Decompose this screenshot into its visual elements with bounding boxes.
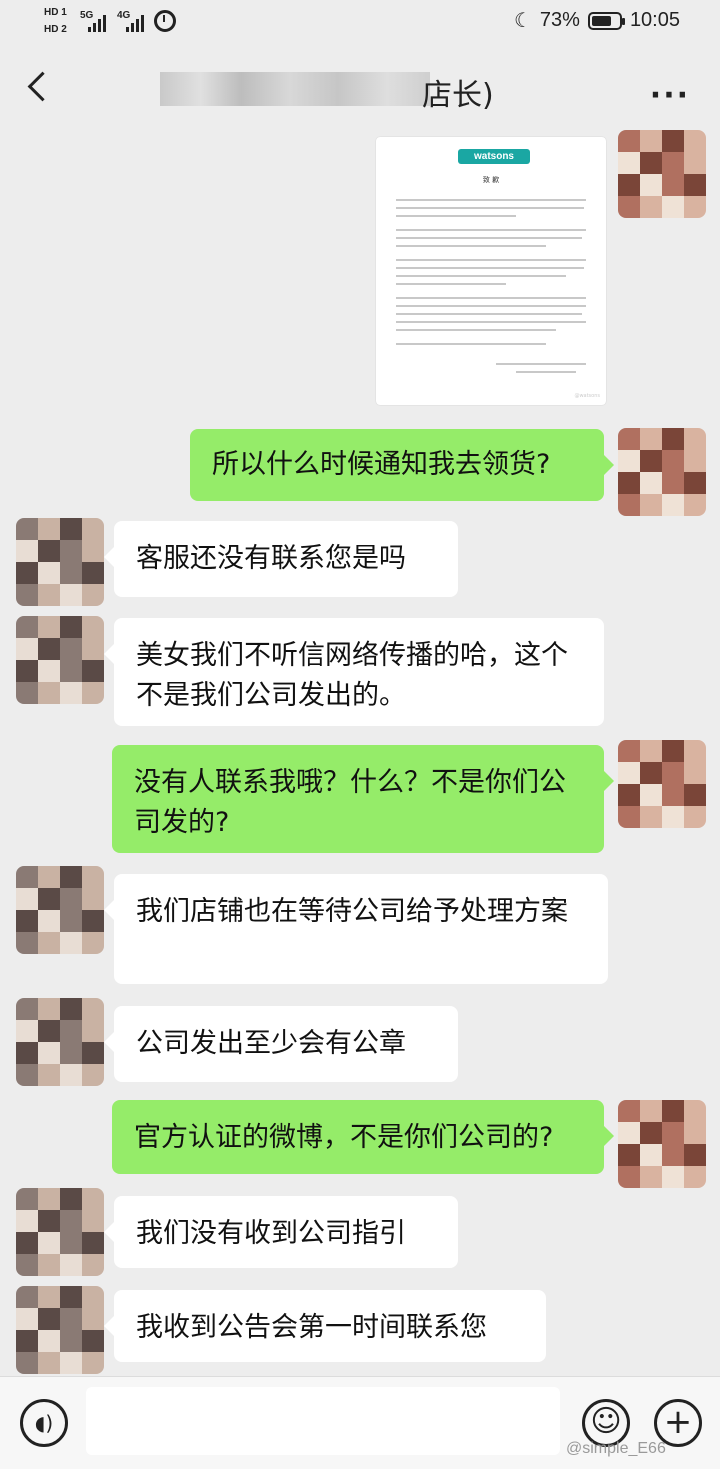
message-bubble-sent[interactable]: 所以什么时候通知我去领货? — [190, 429, 614, 501]
status-right: ☾ 73% 10:05 — [514, 8, 680, 33]
avatar[interactable] — [16, 866, 104, 954]
doc-line — [396, 199, 586, 201]
sim2-label: HD 2 — [44, 24, 67, 35]
chat-header: 店长) ··· — [0, 48, 720, 132]
message-bubble-received[interactable]: 我们店铺也在等待公司给予处理方案 — [104, 874, 608, 984]
chat-title-text: 店长) — [422, 78, 494, 113]
doc-line — [396, 267, 584, 269]
avatar[interactable] — [618, 130, 706, 218]
doc-line — [396, 329, 556, 331]
doc-line — [496, 363, 586, 365]
message-bubble-received[interactable]: 我收到公告会第一时间联系您 — [104, 1290, 546, 1362]
doc-line — [396, 343, 546, 345]
more-options-icon[interactable]: ··· — [650, 78, 690, 113]
doc-line — [396, 275, 566, 277]
doc-line — [396, 297, 586, 299]
avatar[interactable] — [16, 518, 104, 606]
alarm-icon — [154, 10, 176, 32]
image-message[interactable]: watsons 致 歉 @watsons — [376, 137, 606, 405]
status-bar: HD 1 HD 2 5G 4G ☾ 73% 10:05 — [0, 0, 720, 48]
doc-line — [396, 229, 586, 231]
avatar[interactable] — [618, 740, 706, 828]
back-arrow-icon[interactable] — [20, 70, 56, 106]
doc-line — [396, 305, 586, 307]
avatar[interactable] — [618, 428, 706, 516]
signal-bars-icon-2 — [126, 14, 148, 32]
message-bubble-sent[interactable]: 官方认证的微博，不是你们公司的? — [112, 1100, 614, 1174]
doc-line — [396, 245, 546, 247]
battery-icon — [587, 11, 625, 30]
clock: 10:05 — [629, 9, 680, 31]
sim1-label: HD 1 — [44, 7, 67, 18]
watsons-logo: watsons — [458, 149, 530, 164]
doc-line — [396, 321, 586, 323]
title-redacted — [160, 72, 430, 106]
battery-percent: 73% — [539, 9, 580, 31]
sim-indicators: HD 1 HD 2 — [44, 6, 67, 36]
moon-icon: ☾ — [513, 10, 532, 32]
signal-bars-icon — [88, 14, 110, 32]
doc-line — [516, 371, 576, 373]
doc-line — [396, 207, 584, 209]
message-bubble-received[interactable]: 客服还没有联系您是吗 — [104, 521, 458, 597]
avatar[interactable] — [16, 1188, 104, 1276]
doc-line — [396, 313, 582, 315]
doc-heading: 致 歉 — [482, 176, 500, 184]
message-input[interactable] — [86, 1387, 560, 1455]
doc-line — [396, 259, 586, 261]
message-bubble-received[interactable]: 我们没有收到公司指引 — [104, 1196, 458, 1268]
avatar[interactable] — [16, 616, 104, 704]
message-bubble-received[interactable]: 公司发出至少会有公章 — [104, 1006, 458, 1082]
voice-icon[interactable]: ◖) — [20, 1399, 68, 1447]
chat-title: 店长) — [160, 68, 580, 113]
message-bubble-sent[interactable]: 没有人联系我哦？什么？不是你们公司发的? — [112, 745, 614, 853]
message-bubble-received[interactable]: 美女我们不听信网络传播的哈，这个不是我们公司发出的。 — [104, 618, 604, 726]
weibo-watermark: @simple_E66 — [566, 1440, 666, 1457]
doc-line — [396, 215, 516, 217]
image-watermark: @watsons — [574, 393, 600, 399]
avatar[interactable] — [16, 998, 104, 1086]
doc-line — [396, 237, 582, 239]
doc-line — [396, 283, 506, 285]
avatar[interactable] — [618, 1100, 706, 1188]
avatar[interactable] — [16, 1286, 104, 1374]
